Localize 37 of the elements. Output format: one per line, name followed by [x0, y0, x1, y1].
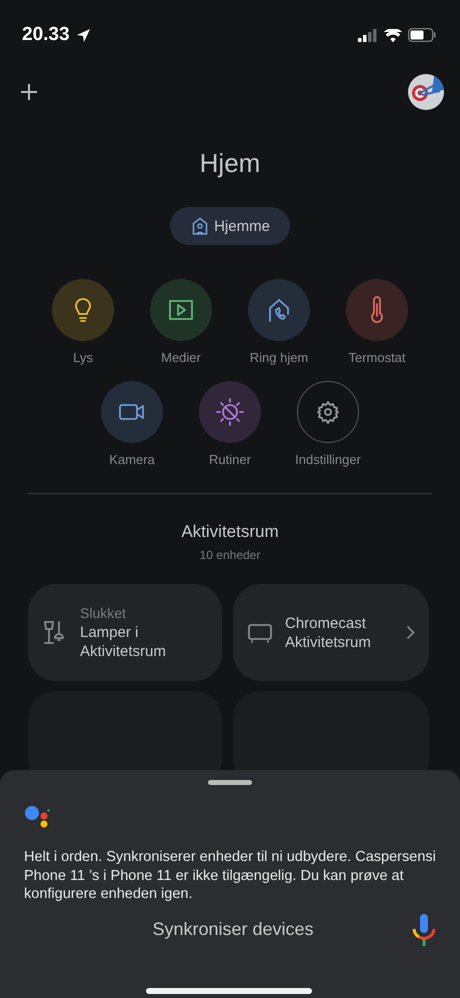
shortcut-label: Rutiner: [209, 452, 251, 467]
spoken-query: Synkroniser devices: [151, 919, 315, 940]
house-phone-icon: [267, 297, 291, 323]
shortcut-label: Lys: [73, 350, 93, 365]
battery-icon: [408, 28, 436, 42]
assistant-dots-icon: [24, 805, 50, 829]
shortcut-label: Kamera: [109, 452, 155, 467]
add-icon[interactable]: [20, 83, 38, 101]
device-count: 10 enheder: [198, 548, 262, 562]
play-icon: [168, 299, 194, 321]
microphone-icon[interactable]: [412, 914, 436, 946]
shortcut-button[interactable]: [297, 381, 359, 443]
thermometer-icon: [368, 296, 386, 324]
avatar[interactable]: [408, 74, 444, 110]
device-name: Lamper i Aktivitetsrum: [80, 622, 167, 660]
wifi-icon: [384, 28, 402, 42]
device-card[interactable]: Slukket Lamper i Aktivitetsrum: [28, 584, 222, 681]
drag-handle[interactable]: [208, 780, 252, 785]
device-name: Chromecast Aktivitetsrum: [285, 614, 372, 652]
shortcut-label: Termostat: [348, 350, 406, 365]
sun-slash-icon: [215, 397, 245, 427]
tv-icon: [247, 622, 273, 644]
settings-icon: [316, 400, 340, 424]
assistant-response: Helt i orden. Synkroniserer enheder til ni udbydere. Caspersensi Phone 11 ’s i Phone 11 er ikke tilgængelig. Du kan prøve at konfigurere enheden igen.: [24, 848, 436, 904]
video-camera-icon: [118, 402, 146, 422]
device-status: Slukket: [80, 604, 127, 620]
shortcut-label: Medier: [161, 350, 201, 365]
room-title: Aktivitetsrum: [180, 522, 280, 542]
status-time: 20.33: [22, 24, 70, 46]
home-chip[interactable]: Hjemme: [170, 207, 290, 245]
location-arrow-icon: [76, 28, 91, 42]
home-icon: [192, 217, 208, 235]
signal-icon: [358, 28, 378, 42]
page-title: Hjem: [198, 148, 262, 179]
shortcut-label: Ring hjem: [250, 350, 308, 365]
device-card[interactable]: Chromecast Aktivitetsrum: [233, 584, 429, 681]
shortcut-label: Indstillinger: [295, 452, 361, 467]
